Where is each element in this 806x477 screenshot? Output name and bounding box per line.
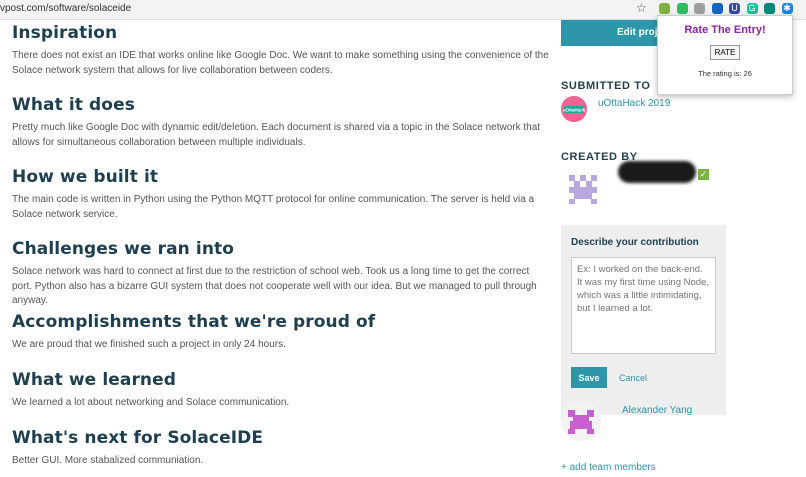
avatar[interactable] <box>563 169 603 209</box>
section-heading: Inspiration <box>12 23 118 43</box>
grey-ext-icon[interactable] <box>694 3 705 14</box>
rate-button[interactable]: RATE <box>710 45 740 60</box>
section-text: There does not exist an IDE that works o… <box>12 50 549 76</box>
cancel-link[interactable]: Cancel <box>619 373 647 383</box>
section-text: We learned a lot about networking and So… <box>12 397 290 408</box>
popup-title: Rate The Entry! <box>684 24 766 36</box>
member-name-link[interactable]: Alexander Yang <box>622 405 692 416</box>
section-text: Pretty much like Google Doc with dynamic… <box>12 122 541 148</box>
section-text: We are proud that we finished such a pro… <box>12 339 286 350</box>
section-heading: What it does <box>12 95 135 115</box>
bookmark-star-icon[interactable]: ☆ <box>636 1 647 15</box>
hackathon-link[interactable]: uOttaHack 2019 <box>598 98 670 109</box>
grammarly-icon[interactable]: G <box>746 3 758 14</box>
submitted-to-label: SUBMITTED TO <box>561 80 651 92</box>
address-bar[interactable]: vpost.com/software/solaceide <box>0 3 131 14</box>
section-text: Solace network was hard to connect at fi… <box>12 266 537 306</box>
add-team-members-link[interactable]: + add team members <box>561 462 656 473</box>
section-heading: What's next for SolaceIDE <box>12 428 264 448</box>
hackathon-logo[interactable]: uOttaHack <box>561 96 587 122</box>
redacted-name <box>618 161 696 183</box>
contribution-textarea[interactable] <box>571 257 716 354</box>
section-heading: Challenges we ran into <box>12 239 235 259</box>
section-inspiration: Inspiration There does not exist an IDE … <box>12 23 552 78</box>
evernote-icon[interactable] <box>676 3 688 14</box>
rating-text: The rating is: 26 <box>698 69 752 78</box>
section-challenges: Challenges we ran into Solace network wa… <box>12 239 552 309</box>
section-heading: Accomplishments that we're proud of <box>12 312 376 332</box>
contribution-form: Describe your contribution Save Cancel <box>561 225 726 415</box>
ui-ext-icon[interactable]: U <box>729 3 740 14</box>
section-text: The main code is written in Python using… <box>12 194 535 220</box>
section-heading: How we built it <box>12 167 159 187</box>
lemon-icon[interactable] <box>659 3 670 14</box>
teal-ext-icon[interactable] <box>764 3 775 14</box>
section-whats-next: What's next for SolaceIDE Better GUI. Mo… <box>12 428 552 469</box>
section-text: Better GUI. More stabalized communiation… <box>12 455 204 466</box>
edit-project-button[interactable]: Edit proje <box>561 20 671 46</box>
section-how-we-built-it: How we built it The main code is written… <box>12 167 552 222</box>
save-button[interactable]: Save <box>571 367 607 388</box>
contribution-title: Describe your contribution <box>571 237 699 248</box>
blue-circle-icon[interactable] <box>711 3 723 14</box>
member-avatar[interactable] <box>561 401 601 441</box>
hackathon-logo-text: uOttaHack <box>563 108 586 113</box>
section-what-it-does: What it does Pretty much like Google Doc… <box>12 95 552 150</box>
puzzle-icon[interactable]: ✱ <box>781 3 793 14</box>
section-heading: What we learned <box>12 370 177 390</box>
section-accomplishments: Accomplishments that we're proud of We a… <box>12 312 552 353</box>
section-what-we-learned: What we learned We learned a lot about n… <box>12 370 552 411</box>
verified-check-icon: ✓ <box>698 169 709 180</box>
rating-popup: Rate The Entry! RATE The rating is: 26 <box>657 15 793 95</box>
